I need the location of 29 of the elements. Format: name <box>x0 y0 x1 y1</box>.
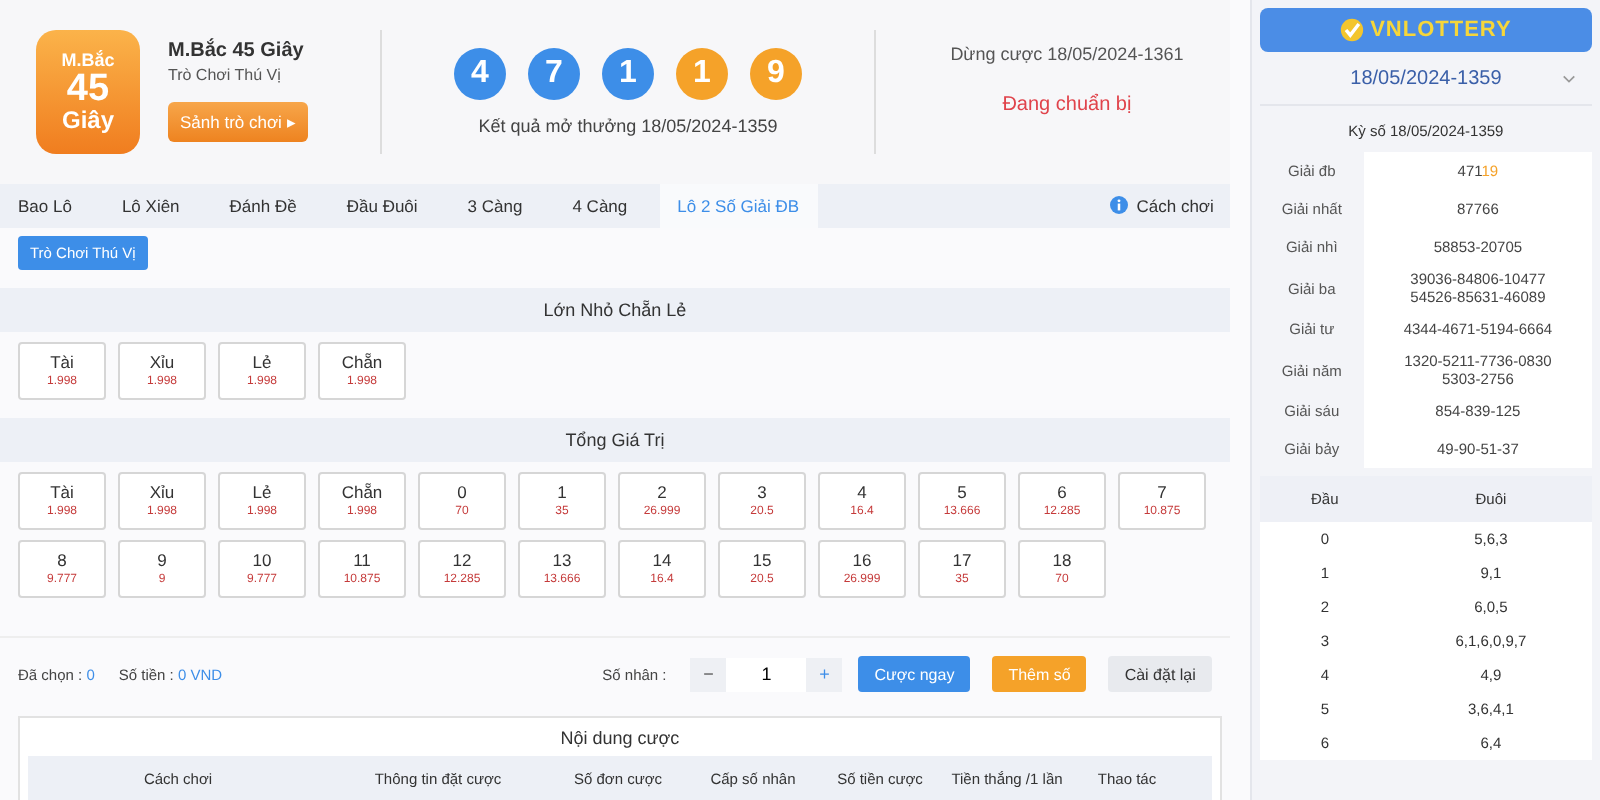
section-header: Lớn Nhỏ Chẵn Lẻ <box>0 287 1230 332</box>
game-subtitle: Trò Chơi Thú Vị <box>168 66 283 85</box>
action-button[interactable]: Cài đặt lại <box>1108 656 1212 693</box>
chevron-down-icon <box>1562 73 1576 83</box>
decrease-button[interactable]: − <box>690 657 727 692</box>
brand-logo: VNLOTTERY <box>1259 8 1592 52</box>
draw-status: Đang chuẩn bị <box>1002 93 1132 116</box>
how-to-play-link[interactable]: Cách chơi <box>1136 195 1214 216</box>
result-ball: 1 <box>676 47 728 100</box>
info-icon <box>1110 196 1129 215</box>
game-tab[interactable]: Đánh Đề <box>211 183 315 228</box>
table-title: Nội dung cược <box>558 726 682 752</box>
draw-select[interactable]: 18/05/2024-1359 <box>1259 52 1592 106</box>
game-title: M.Bắc 45 Giây <box>168 40 306 63</box>
result-caption: Kết quả mở thưởng 18/05/2024-1359 <box>478 115 778 136</box>
check-icon <box>1340 18 1365 42</box>
result-ball: 1 <box>602 47 654 100</box>
multiplier-input[interactable]: 1 <box>726 657 807 692</box>
game-tab[interactable]: Lô Xiên <box>103 183 198 228</box>
stop-time: Dừng cược 18/05/2024-1361 <box>950 43 1184 64</box>
result-ball: 7 <box>528 47 580 100</box>
game-tab[interactable]: Đầu Đuôi <box>328 183 436 228</box>
section-header: Tổng Giá Trị <box>0 417 1230 462</box>
game-tab[interactable]: Bao Lô <box>0 183 90 228</box>
result-ball: 4 <box>454 47 506 100</box>
game-tab[interactable]: 4 Càng <box>554 183 646 228</box>
result-ball: 9 <box>750 47 802 100</box>
game-tab[interactable]: 3 Càng <box>449 183 541 228</box>
game-logo: M.Bắc 45 Giây <box>36 29 140 154</box>
